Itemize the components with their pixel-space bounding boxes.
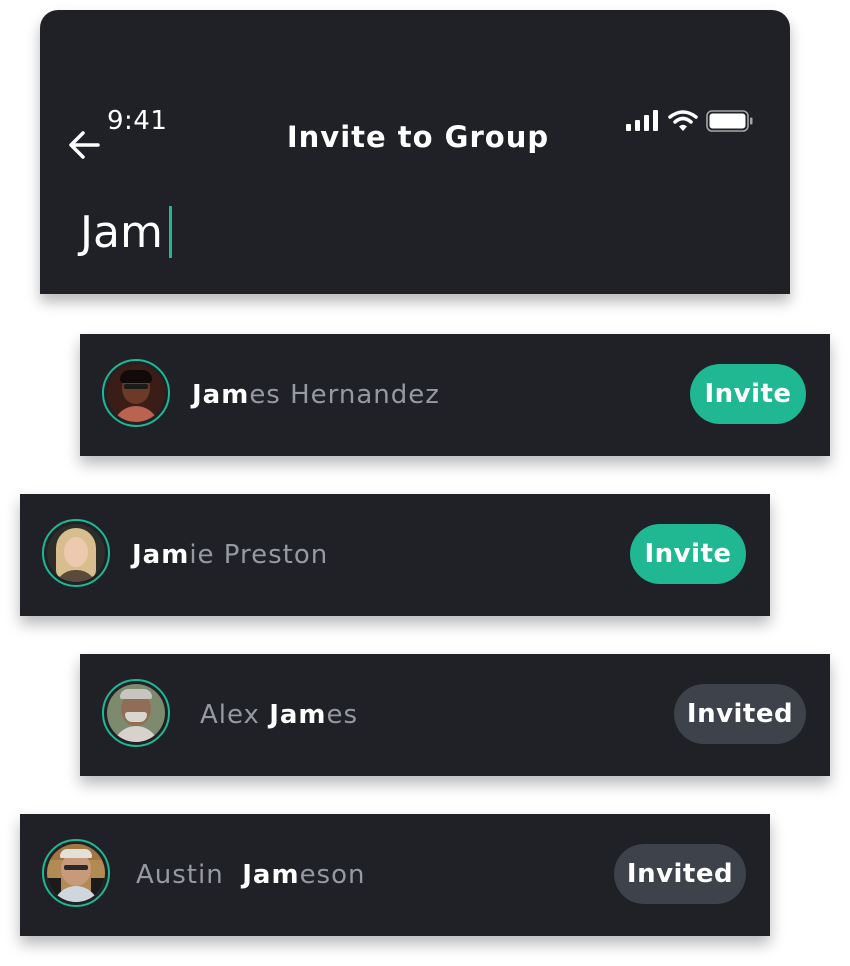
status-bar-icons bbox=[626, 108, 754, 134]
search-input[interactable]: Jam bbox=[80, 202, 172, 262]
avatar bbox=[102, 679, 170, 747]
battery-icon bbox=[706, 110, 753, 132]
cellular-signal-icon bbox=[626, 110, 658, 131]
contact-row: Austin Jameson Invited bbox=[20, 814, 770, 936]
invited-button[interactable]: Invited bbox=[614, 844, 746, 904]
text-cursor bbox=[168, 206, 172, 258]
avatar bbox=[102, 359, 170, 427]
invite-button[interactable]: Invite bbox=[630, 524, 746, 584]
invited-button[interactable]: Invited bbox=[674, 684, 806, 744]
contact-row: James Hernandez Invite bbox=[80, 334, 830, 456]
avatar bbox=[42, 839, 110, 907]
contact-name: James Hernandez bbox=[192, 380, 440, 410]
contact-row: Alex James Invited bbox=[80, 654, 830, 776]
search-input-value[interactable]: Jam bbox=[80, 207, 163, 258]
contact-name: Jamie Preston bbox=[132, 540, 329, 570]
contact-name: Alex James bbox=[200, 700, 359, 730]
header-card: 9:41 Invite to Group Jam bbox=[40, 10, 790, 294]
contact-name: Austin Jameson bbox=[136, 860, 366, 890]
invite-button[interactable]: Invite bbox=[690, 364, 806, 424]
avatar bbox=[42, 519, 110, 587]
wifi-icon bbox=[668, 110, 698, 131]
contact-row: Jamie Preston Invite bbox=[20, 494, 770, 616]
